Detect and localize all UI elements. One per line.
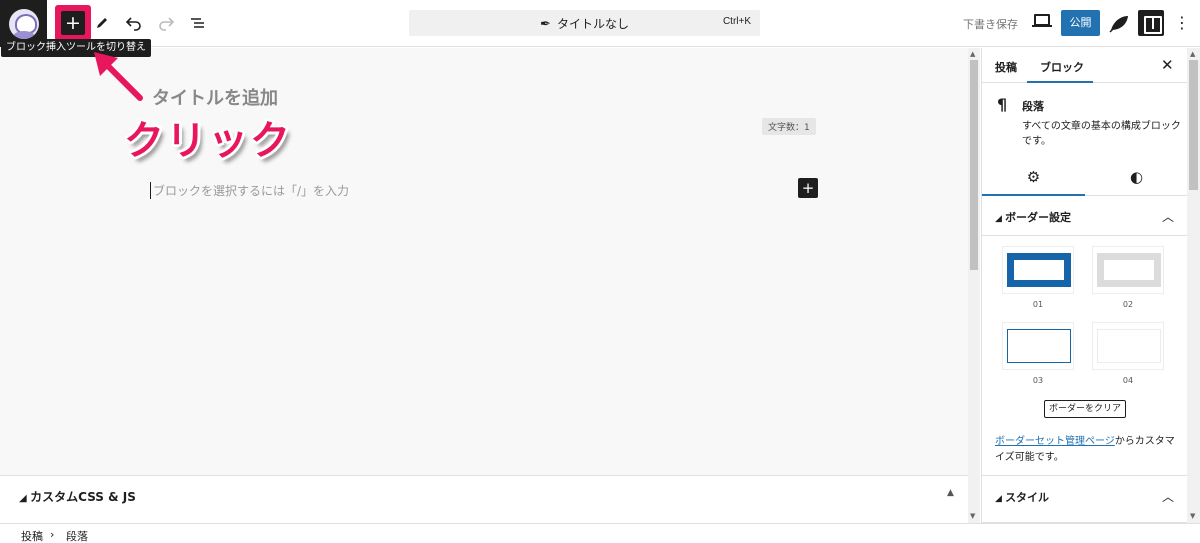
block-card: ¶ 段落 すべての文章の基本の構成ブロックです。	[982, 83, 1187, 158]
metabox-title[interactable]: ◢ カスタムCSS & JS	[19, 488, 136, 505]
document-title: タイトルなし	[556, 17, 629, 31]
clear-border-button[interactable]: ボーダーをクリア	[1044, 400, 1126, 418]
styles-icon[interactable]: ◐	[1085, 168, 1187, 186]
border-preview	[1097, 329, 1161, 363]
document-title-wrap: ✒ タイトルなし	[409, 15, 760, 32]
style-panel-title: ◢ スタイル	[995, 489, 1049, 505]
border-preview	[1007, 329, 1071, 363]
breadcrumb-item-post[interactable]: 投稿	[21, 528, 43, 543]
chevron-up-icon: ︿	[1162, 490, 1175, 504]
paragraph-placeholder[interactable]: ブロックを選択するには「/」を入力	[150, 182, 349, 199]
redo-icon	[159, 17, 175, 31]
block-settings-tabs: ⚙ ◐	[982, 160, 1187, 196]
leaf-icon: ◢	[19, 493, 31, 504]
border-option-label: 01	[1032, 300, 1044, 309]
sidebar-scrollbar[interactable]: ▲ ▼	[1187, 48, 1200, 523]
undo-icon	[125, 17, 141, 31]
custom-css-js-metabox: ◢ カスタムCSS & JS ▲	[0, 475, 968, 523]
block-inserter-button[interactable]: +	[61, 11, 85, 35]
command-palette-button[interactable]: ✒ タイトルなし Ctrl+K	[409, 10, 760, 36]
scroll-up-icon[interactable]: ▲	[970, 50, 975, 58]
settings-toggle-button[interactable]	[1138, 10, 1164, 36]
border-set-manage-link[interactable]: ボーダーセット管理ページ	[995, 436, 1115, 447]
block-breadcrumb: 投稿 › 段落	[0, 523, 1200, 543]
block-name: 段落	[1022, 100, 1044, 113]
border-option-03[interactable]	[1002, 322, 1074, 370]
settings-sidebar: 投稿 ブロック ✕ ¶ 段落 すべての文章の基本の構成ブロックです。 ⚙ ◐ ◢…	[981, 48, 1187, 523]
canvas-scrollbar[interactable]: ▲ ▼	[968, 48, 980, 523]
tab-post[interactable]: 投稿	[995, 59, 1017, 75]
chevron-up-icon: ︿	[1162, 210, 1175, 224]
chevron-right-icon: ›	[50, 528, 55, 541]
pencil-icon	[97, 18, 107, 28]
document-overview-button[interactable]	[184, 9, 212, 37]
border-option-label: 02	[1122, 300, 1134, 309]
border-settings-panel-header[interactable]: ◢ ボーダー設定 ︿	[982, 196, 1187, 236]
border-settings-title: ◢ ボーダー設定	[995, 209, 1071, 225]
border-preview	[1007, 253, 1071, 287]
scroll-down-icon[interactable]: ▼	[970, 512, 975, 520]
breadcrumb-item-paragraph[interactable]: 段落	[66, 528, 88, 543]
scrollbar-thumb[interactable]	[970, 60, 978, 270]
options-menu-button[interactable]: ⋮	[1174, 12, 1190, 34]
border-option-label: 03	[1032, 376, 1044, 385]
tab-block[interactable]: ブロック	[1040, 59, 1084, 75]
preview-icon[interactable]	[1032, 14, 1052, 27]
save-draft-button[interactable]: 下書き保存	[963, 16, 1018, 32]
border-option-01[interactable]	[1002, 246, 1074, 294]
scrollbar-thumb[interactable]	[1189, 60, 1198, 190]
style-panel-title-text: スタイル	[1005, 491, 1050, 504]
metabox-title-text: カスタムCSS & JS	[30, 490, 136, 504]
block-description: すべての文章の基本の構成ブロックです。	[1022, 121, 1181, 147]
inserter-highlight: +	[55, 5, 91, 41]
sidebar-tabs: 投稿 ブロック ✕	[982, 48, 1187, 83]
border-option-label: 04	[1122, 376, 1134, 385]
leaf-icon[interactable]	[1108, 12, 1130, 34]
border-option-02[interactable]	[1092, 246, 1164, 294]
border-preview	[1097, 253, 1161, 287]
leaf-icon: ◢	[995, 214, 1006, 224]
editor-header: + ✒ タイトルなし Ctrl+K 下書き保存 公開 ⋮	[0, 0, 1200, 47]
paragraph-icon: ¶	[997, 95, 1008, 114]
add-block-button[interactable]: +	[798, 178, 818, 198]
tools-button[interactable]	[88, 9, 116, 37]
leaf-icon: ◢	[995, 494, 1006, 504]
undo-button[interactable]	[120, 9, 148, 37]
border-note: ボーダーセット管理ページからカスタマイズ可能です。	[995, 434, 1180, 466]
feather-icon: ✒	[540, 17, 551, 32]
list-view-icon	[191, 18, 204, 28]
keyboard-shortcut: Ctrl+K	[722, 16, 751, 27]
publish-button[interactable]: 公開	[1061, 10, 1100, 36]
redo-button[interactable]	[152, 9, 180, 37]
scroll-up-icon[interactable]: ▲	[1190, 50, 1195, 58]
post-title-placeholder[interactable]: タイトルを追加	[152, 84, 278, 110]
gear-icon[interactable]: ⚙	[982, 168, 1085, 186]
border-settings-title-text: ボーダー設定	[1005, 211, 1072, 224]
word-count-badge: 文字数：1	[762, 118, 816, 135]
click-annotation: クリック	[124, 118, 292, 164]
border-option-04[interactable]	[1092, 322, 1164, 370]
close-icon[interactable]: ✕	[1161, 56, 1174, 74]
scroll-down-icon[interactable]: ▼	[1190, 512, 1195, 520]
metabox-toggle-icon[interactable]: ▲	[947, 488, 954, 498]
style-panel-header[interactable]: ◢ スタイル ︿	[982, 475, 1187, 523]
arrow-annotation-icon	[94, 52, 143, 101]
avatar	[8, 8, 39, 39]
